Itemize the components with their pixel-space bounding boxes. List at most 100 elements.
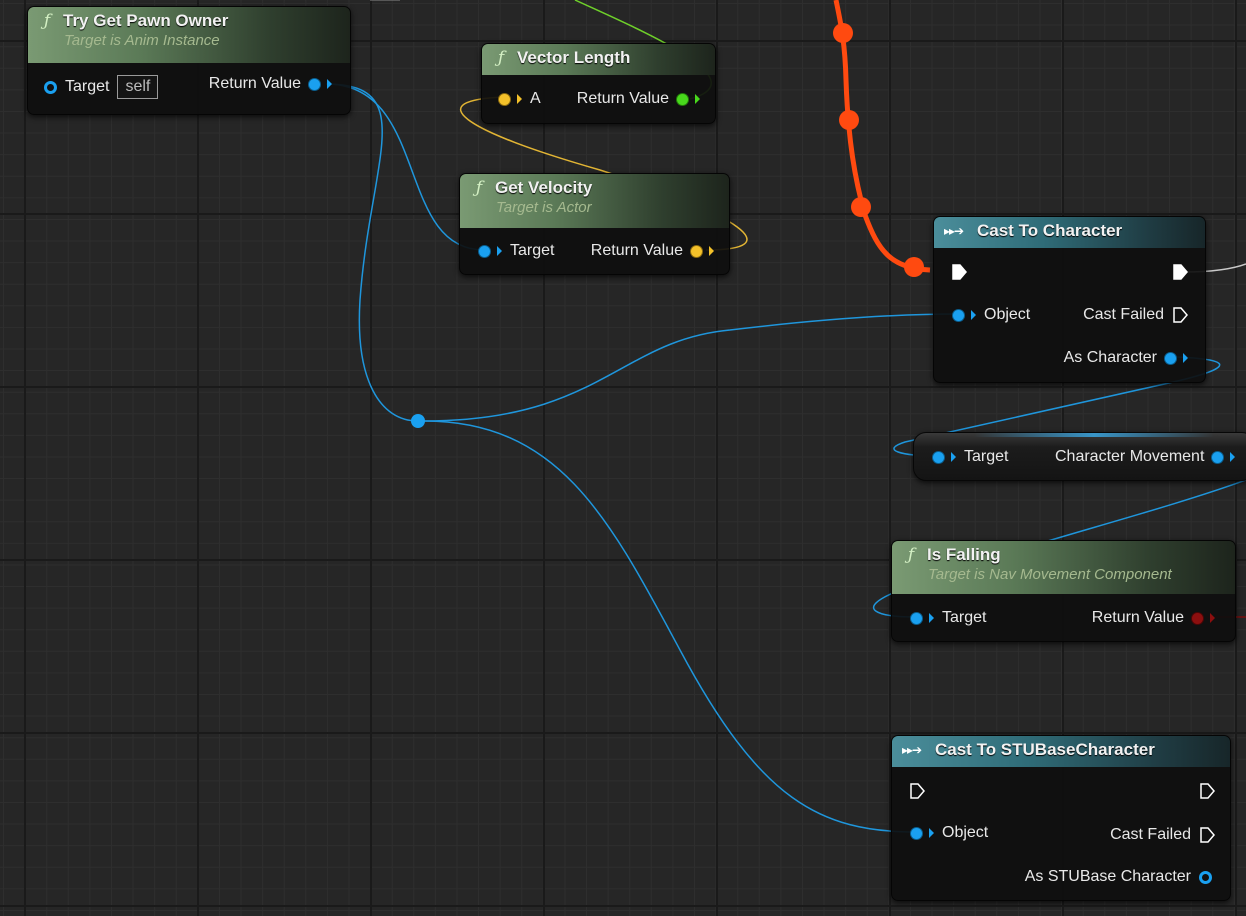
pin-character-movement[interactable]: Character Movement xyxy=(1055,448,1236,466)
node-is-falling[interactable]: ƒ Is Falling Target is Nav Movement Comp… xyxy=(891,540,1236,642)
node-subtitle: Target is Nav Movement Component xyxy=(928,566,1172,583)
function-icon: ƒ xyxy=(497,48,505,68)
pin-return-value[interactable]: Return Value xyxy=(209,75,332,93)
object-pin-icon[interactable] xyxy=(933,451,944,463)
pin-label: Return Value xyxy=(576,90,669,107)
node-header: ƒ Vector Length xyxy=(482,44,715,75)
pin-object[interactable]: Object xyxy=(953,306,1030,324)
object-pin-icon[interactable] xyxy=(911,612,922,624)
pin-arrow-icon xyxy=(327,79,332,89)
pin-target[interactable]: Target xyxy=(911,609,986,627)
pin-arrow-icon xyxy=(497,246,502,256)
pin-arrow-icon xyxy=(951,452,956,462)
object-pin-icon[interactable] xyxy=(911,827,922,839)
exec-bubble xyxy=(833,23,853,43)
pin-exec-out[interactable] xyxy=(1199,783,1215,799)
pin-label: Cast Failed xyxy=(1083,306,1164,323)
object-pin-icon[interactable] xyxy=(44,80,57,94)
pin-target[interactable]: Target xyxy=(479,242,554,260)
object-pin-icon[interactable] xyxy=(479,245,490,257)
pin-label: A xyxy=(530,90,541,107)
function-icon: ƒ xyxy=(43,11,51,31)
node-header: ƒ Get Velocity Target is Actor xyxy=(460,174,729,228)
vector-pin-icon[interactable] xyxy=(499,93,510,105)
pin-return-value[interactable]: Return Value xyxy=(591,242,714,260)
node-cast-to-character[interactable]: ▸▸➔ Cast To Character Object Cast Failed… xyxy=(933,216,1206,383)
pin-arrow-icon xyxy=(1210,613,1215,623)
pin-arrow-icon xyxy=(971,310,976,320)
node-glow xyxy=(974,433,1214,437)
pin-label: Character Movement xyxy=(1055,448,1205,465)
pin-cast-failed[interactable]: Cast Failed xyxy=(1110,826,1215,844)
exec-bubble xyxy=(904,257,924,277)
pin-object[interactable]: Object xyxy=(911,824,988,842)
pin-label: Return Value xyxy=(208,75,301,92)
cast-arrow-icon: ▸▸➔ xyxy=(902,743,922,757)
object-pin-icon[interactable] xyxy=(1199,870,1212,884)
pin-label: Return Value xyxy=(1091,609,1184,626)
object-pin-icon[interactable] xyxy=(1212,451,1224,463)
function-icon: ƒ xyxy=(475,178,483,198)
pin-arrow-icon xyxy=(929,828,934,838)
pin-return-value[interactable]: Return Value xyxy=(1092,609,1215,627)
wire-object-reroute xyxy=(325,83,419,422)
pin-arrow-icon xyxy=(695,94,700,104)
node-try-get-pawn-owner[interactable]: ƒ Try Get Pawn Owner Target is Anim Inst… xyxy=(27,6,351,115)
function-icon: ƒ xyxy=(907,545,915,565)
node-title: Get Velocity xyxy=(495,178,593,197)
pin-label: Return Value xyxy=(590,242,683,259)
pin-label: As STUBase Character xyxy=(1024,868,1191,885)
node-header: ƒ Try Get Pawn Owner Target is Anim Inst… xyxy=(28,7,350,63)
exec-pin-icon[interactable] xyxy=(909,783,925,799)
pin-arrow-icon xyxy=(1230,452,1236,462)
node-title: Cast To STUBaseCharacter xyxy=(935,740,1155,759)
node-subtitle: Target is Actor xyxy=(496,199,592,216)
pin-target[interactable]: Target xyxy=(933,448,1008,466)
pin-a[interactable]: A xyxy=(499,90,541,108)
object-pin-icon[interactable] xyxy=(1165,352,1176,364)
node-title: Is Falling xyxy=(927,545,1001,564)
bool-pin-icon[interactable] xyxy=(1192,612,1203,624)
float-pin-icon[interactable] xyxy=(677,93,688,105)
exec-bubble xyxy=(851,197,871,217)
pin-cast-failed[interactable]: Cast Failed xyxy=(1083,306,1188,324)
exec-pin-icon[interactable] xyxy=(1199,827,1215,843)
pin-exec-in[interactable] xyxy=(909,783,925,799)
pin-exec-out[interactable] xyxy=(1172,264,1188,280)
reroute-node[interactable] xyxy=(411,414,425,428)
node-vector-length[interactable]: ƒ Vector Length A Return Value xyxy=(481,43,716,124)
object-pin-icon[interactable] xyxy=(953,309,964,321)
node-title: Vector Length xyxy=(517,48,631,67)
node-title: Cast To Character xyxy=(977,221,1123,240)
pin-arrow-icon xyxy=(929,613,934,623)
object-pin-icon[interactable] xyxy=(309,78,320,90)
node-character-movement[interactable]: Target Character Movement xyxy=(913,432,1246,481)
pin-label: Cast Failed xyxy=(1110,826,1191,843)
wire-object-cast-stubase xyxy=(423,420,917,833)
pin-as-stubase-character[interactable]: As STUBase Character xyxy=(1025,868,1212,886)
target-default-field[interactable]: self xyxy=(117,75,159,99)
pin-return-value[interactable]: Return Value xyxy=(577,90,700,108)
exec-pin-icon[interactable] xyxy=(1199,783,1215,799)
node-subtitle: Target is Anim Instance xyxy=(64,32,220,49)
node-header: ▸▸➔ Cast To STUBaseCharacter xyxy=(892,736,1230,767)
vector-pin-icon[interactable] xyxy=(691,245,702,257)
exec-pin-icon[interactable] xyxy=(951,264,967,280)
pin-as-character[interactable]: As Character xyxy=(1064,349,1188,367)
cast-arrow-icon: ▸▸➔ xyxy=(944,224,964,238)
node-header: ƒ Is Falling Target is Nav Movement Comp… xyxy=(892,541,1235,594)
pin-label: Object xyxy=(984,306,1031,323)
exec-pin-icon[interactable] xyxy=(1172,307,1188,323)
pin-target[interactable]: Target self xyxy=(44,75,159,99)
exec-pin-icon[interactable] xyxy=(1172,264,1188,280)
pin-arrow-icon xyxy=(1183,353,1188,363)
pin-exec-in[interactable] xyxy=(951,264,967,280)
node-cast-to-stubase-character[interactable]: ▸▸➔ Cast To STUBaseCharacter Object Cast… xyxy=(891,735,1231,901)
node-get-velocity[interactable]: ƒ Get Velocity Target is Actor Target Re… xyxy=(459,173,730,275)
node-title: Try Get Pawn Owner xyxy=(63,11,229,30)
pin-label: As Character xyxy=(1063,349,1157,366)
node-header: ▸▸➔ Cast To Character xyxy=(934,217,1205,248)
exec-bubble xyxy=(839,110,859,130)
wire-object-cast-character xyxy=(423,313,959,422)
pin-label: Target xyxy=(510,242,555,259)
